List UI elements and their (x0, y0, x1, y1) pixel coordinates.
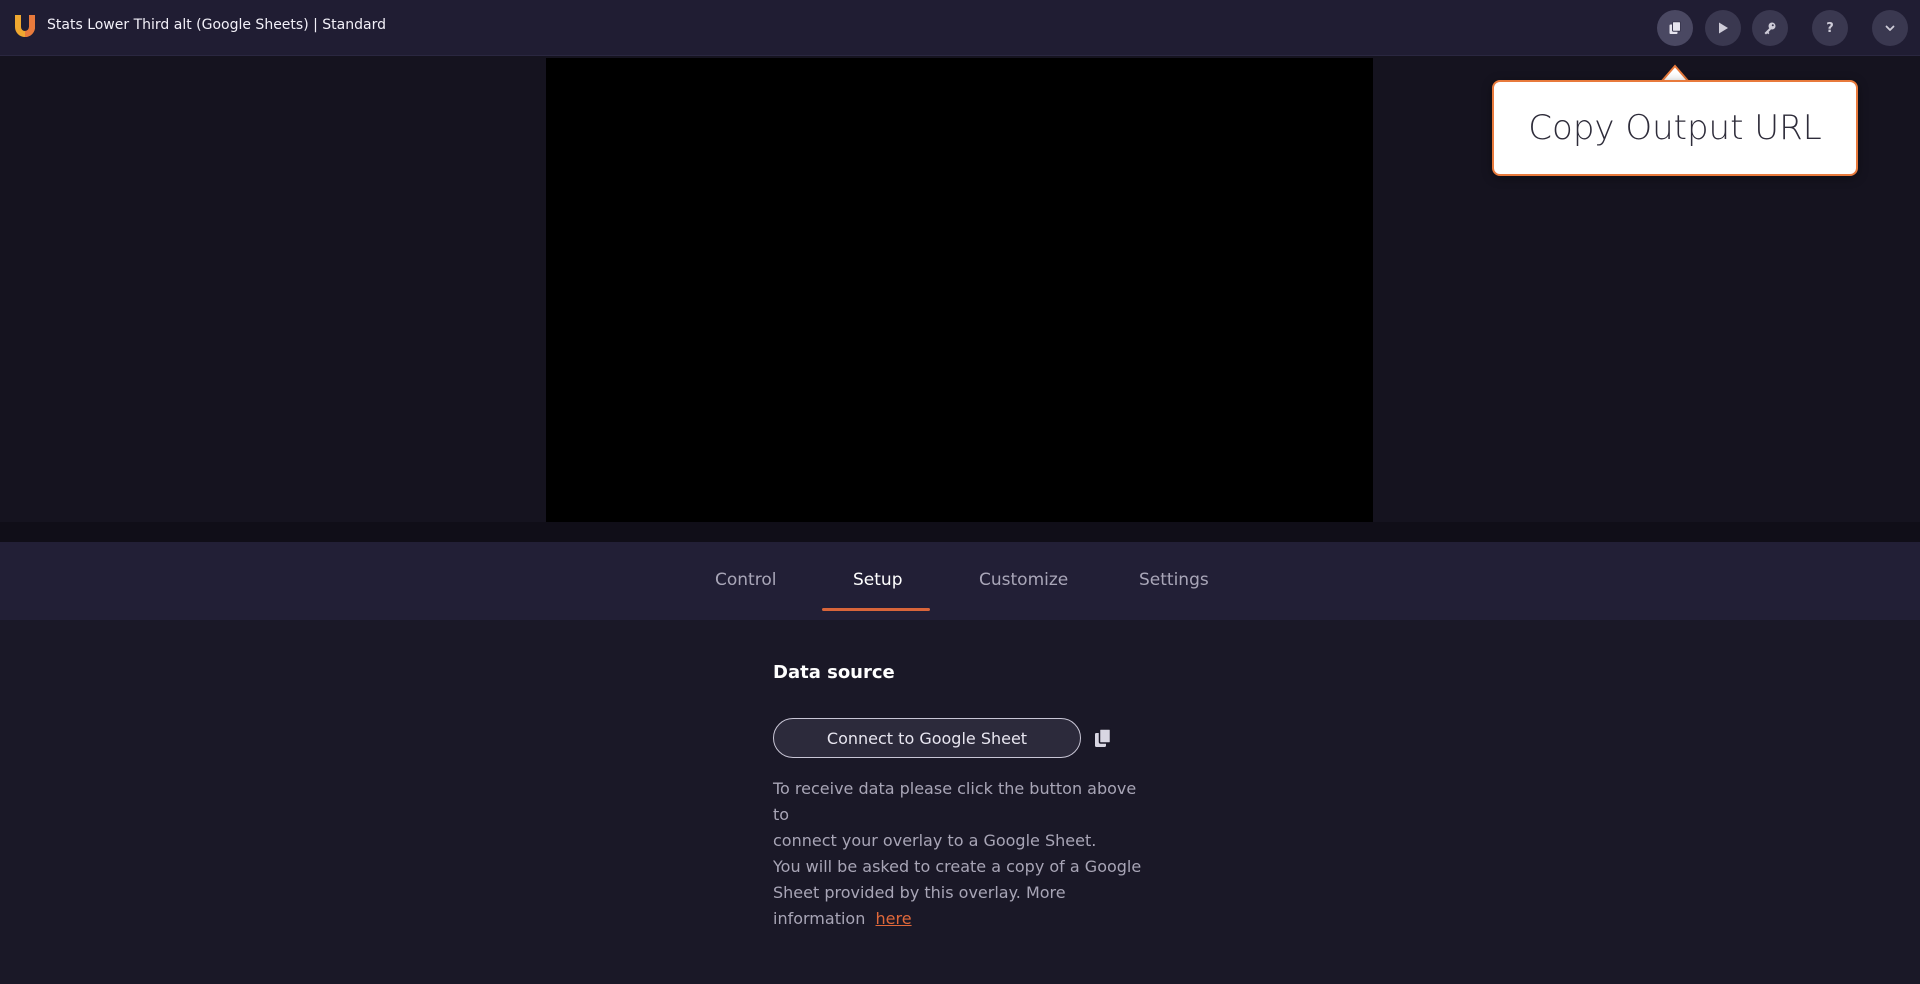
top-bar: Stats Lower Third alt (Google Sheets) | … (0, 0, 1920, 56)
copy-icon (1669, 21, 1681, 34)
overlay-preview (546, 58, 1373, 522)
tab-customize[interactable]: Customize (979, 570, 1068, 590)
help-icon: ? (1826, 20, 1834, 36)
setup-panel: Data source Connect to Google Sheet To r… (0, 620, 1920, 984)
help-line: connect your overlay to a Google Sheet. (773, 831, 1097, 850)
chevron-down-icon (1885, 25, 1895, 31)
key-icon (1764, 22, 1776, 35)
copy-output-url-button[interactable] (1657, 10, 1693, 46)
help-line: You will be asked to create a copy of a … (773, 857, 1142, 876)
tab-settings[interactable]: Settings (1139, 570, 1209, 590)
tooltip-text: Copy Output URL (1528, 108, 1822, 148)
help-line: Sheet provided by this overlay. More (773, 883, 1066, 902)
help-line: To receive data please click the button … (773, 779, 1137, 824)
copy-icon[interactable] (1092, 727, 1114, 749)
help-text-info: information (773, 909, 866, 928)
help-button[interactable]: ? (1812, 10, 1848, 46)
tab-bar: Control Setup Customize Settings (0, 542, 1920, 620)
play-button[interactable] (1705, 10, 1741, 46)
play-icon (1719, 22, 1728, 34)
help-paragraph-1: To receive data please click the button … (773, 776, 1153, 854)
section-title: Data source (773, 662, 895, 683)
active-tab-indicator (822, 608, 930, 611)
more-info-link[interactable]: here (876, 909, 912, 928)
key-button[interactable] (1752, 10, 1788, 46)
connect-google-sheet-button[interactable]: Connect to Google Sheet (773, 718, 1081, 758)
app-logo-icon[interactable] (11, 12, 39, 40)
help-paragraph-2: You will be asked to create a copy of a … (773, 854, 1153, 932)
preview-divider (0, 522, 1920, 542)
tab-setup[interactable]: Setup (853, 570, 902, 590)
app-title: Stats Lower Third alt (Google Sheets) | … (47, 17, 386, 33)
copy-output-url-tooltip: Copy Output URL (1492, 80, 1858, 176)
menu-button[interactable] (1872, 10, 1908, 46)
help-line: information here (773, 906, 1153, 932)
tab-control[interactable]: Control (715, 570, 776, 590)
